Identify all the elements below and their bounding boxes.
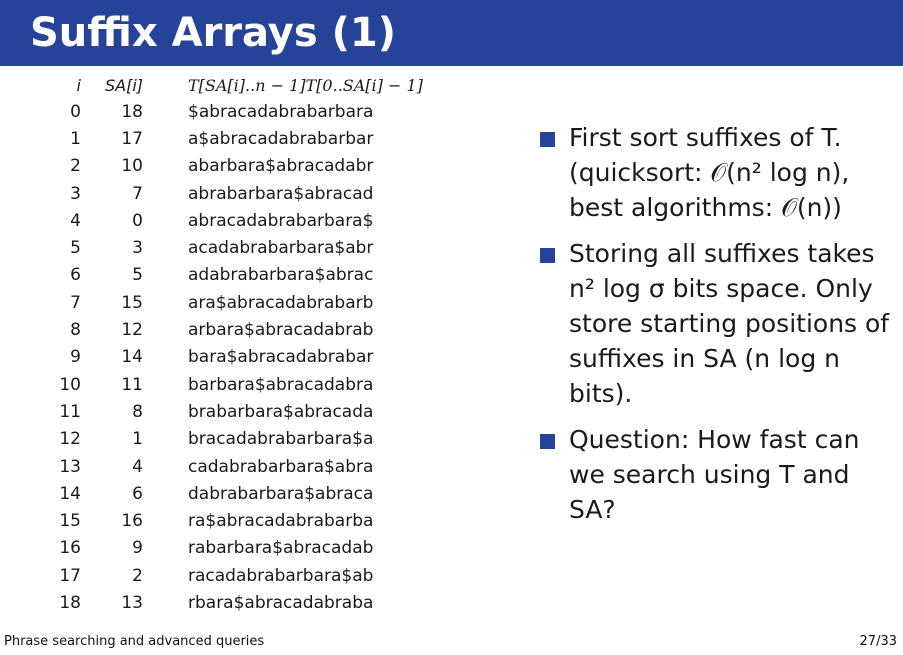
row-sa-value: 3 bbox=[132, 238, 143, 259]
table-row: 1 17 a$abracadabrabarbar bbox=[42, 125, 423, 152]
row-sa-value: 6 bbox=[132, 483, 143, 504]
row-index: 3 bbox=[70, 183, 81, 204]
row-index: 9 bbox=[70, 347, 81, 368]
row-sa-value: 1 bbox=[132, 429, 143, 450]
table-row: 18 13 rbara$abracadabraba bbox=[42, 589, 423, 616]
header-suffix: T[SA[i]..n − 1]T[0..SA[i] − 1] bbox=[188, 75, 423, 95]
row-suffix: arbara$abracadabrab bbox=[188, 320, 374, 341]
row-suffix: ra$abracadabrabarba bbox=[188, 511, 374, 532]
row-sa-value: 2 bbox=[132, 565, 143, 586]
row-suffix: rabarbara$abracadab bbox=[188, 538, 374, 559]
row-sa-value: 14 bbox=[121, 347, 143, 368]
bullet-text: Question: How fast can we search using T… bbox=[569, 425, 860, 524]
row-suffix: racadabrabarbara$ab bbox=[188, 565, 374, 586]
row-index: 16 bbox=[59, 538, 81, 559]
row-sa-value: 15 bbox=[121, 292, 143, 313]
table-body: 0 18 $abracadabrabarbara 1 17 a$abracadabraba… bbox=[42, 98, 423, 617]
row-index: 14 bbox=[59, 483, 81, 504]
row-index: 1 bbox=[70, 128, 81, 149]
row-suffix: bara$abracadabrabar bbox=[188, 347, 374, 368]
bullet-item: Question: How fast can we search using T… bbox=[540, 422, 890, 527]
table-row: 2 10 abarbara$abracadabr bbox=[42, 153, 423, 180]
table-row: 8 12 arbara$abracadabrab bbox=[42, 316, 423, 343]
row-suffix: ara$abracadabrabarb bbox=[188, 292, 374, 313]
row-index: 12 bbox=[59, 429, 81, 450]
row-sa-value: 4 bbox=[132, 456, 143, 477]
table-row: 5 3 acadabrabarbara$abr bbox=[42, 234, 423, 261]
suffix-array-table: i SA[i] T[SA[i]..n − 1]T[0..SA[i] − 1] 0… bbox=[42, 72, 423, 617]
footer-page-number: 27/33 bbox=[859, 634, 897, 649]
bullet-square-icon bbox=[540, 248, 555, 263]
row-sa-value: 9 bbox=[132, 538, 143, 559]
row-index: 2 bbox=[70, 156, 81, 177]
bullet-item: First sort suffixes of T. (quicksort: 𝒪(… bbox=[540, 120, 890, 225]
row-index: 6 bbox=[70, 265, 81, 286]
footer-section-title: Phrase searching and advanced queries bbox=[4, 634, 265, 649]
row-suffix: dabrabarbara$abraca bbox=[188, 483, 374, 504]
row-suffix: $abracadabrabarbara bbox=[188, 101, 374, 122]
table-row: 3 7 abrabarbara$abracad bbox=[42, 180, 423, 207]
table-row: 11 8 brabarbara$abracada bbox=[42, 398, 423, 425]
bullet-square-icon bbox=[540, 132, 555, 147]
row-index: 0 bbox=[70, 101, 81, 122]
row-suffix: brabarbara$abracada bbox=[188, 401, 374, 422]
bullet-list: First sort suffixes of T. (quicksort: 𝒪(… bbox=[540, 120, 890, 538]
row-index: 13 bbox=[59, 456, 81, 477]
header-i: i bbox=[76, 75, 81, 95]
table-row: 14 6 dabrabarbara$abraca bbox=[42, 480, 423, 507]
table-row: 17 2 racadabrabarbara$ab bbox=[42, 562, 423, 589]
table-row: 13 4 cadabrabarbara$abra bbox=[42, 453, 423, 480]
row-suffix: bracadabrabarbara$a bbox=[188, 429, 374, 450]
slide-title: Suffix Arrays (1) bbox=[30, 10, 396, 56]
row-index: 18 bbox=[59, 592, 81, 613]
row-sa-value: 17 bbox=[121, 128, 143, 149]
table-row: 4 0 abracadabrabarbara$ bbox=[42, 207, 423, 234]
table-row: 0 18 $abracadabrabarbara bbox=[42, 98, 423, 125]
row-sa-value: 13 bbox=[121, 592, 143, 613]
row-suffix: acadabrabarbara$abr bbox=[188, 238, 374, 259]
table-row: 6 5 adabrabarbara$abrac bbox=[42, 262, 423, 289]
row-sa-value: 16 bbox=[121, 511, 143, 532]
row-sa-value: 10 bbox=[121, 156, 143, 177]
header-sa: SA[i] bbox=[104, 75, 143, 95]
bullet-item: Storing all suffixes takes n² log σ bits… bbox=[540, 236, 890, 411]
row-index: 10 bbox=[59, 374, 81, 395]
row-suffix: adabrabarbara$abrac bbox=[188, 265, 374, 286]
bullet-text: Storing all suffixes takes n² log σ bits… bbox=[569, 239, 890, 408]
row-index: 15 bbox=[59, 511, 81, 532]
row-sa-value: 8 bbox=[132, 401, 143, 422]
row-sa-value: 0 bbox=[132, 210, 143, 231]
row-suffix: rbara$abracadabraba bbox=[188, 592, 374, 613]
table-row: 10 11 barbara$abracadabra bbox=[42, 371, 423, 398]
bullet-text: First sort suffixes of T. (quicksort: 𝒪(… bbox=[569, 123, 850, 222]
bullet-square-icon bbox=[540, 434, 555, 449]
table-row: 15 16 ra$abracadabrabarba bbox=[42, 507, 423, 534]
table-header-row: i SA[i] T[SA[i]..n − 1]T[0..SA[i] − 1] bbox=[42, 72, 423, 98]
title-bar: Suffix Arrays (1) bbox=[0, 0, 903, 66]
row-sa-value: 7 bbox=[132, 183, 143, 204]
row-suffix: cadabrabarbara$abra bbox=[188, 456, 374, 477]
row-index: 17 bbox=[59, 565, 81, 586]
row-suffix: abrabarbara$abracad bbox=[188, 183, 374, 204]
table-row: 7 15 ara$abracadabrabarb bbox=[42, 289, 423, 316]
row-index: 8 bbox=[70, 320, 81, 341]
row-suffix: a$abracadabrabarbar bbox=[188, 128, 374, 149]
row-suffix: barbara$abracadabra bbox=[188, 374, 374, 395]
row-index: 7 bbox=[70, 292, 81, 313]
table-row: 9 14 bara$abracadabrabar bbox=[42, 344, 423, 371]
row-sa-value: 18 bbox=[121, 101, 143, 122]
table-row: 16 9 rabarbara$abracadab bbox=[42, 535, 423, 562]
row-index: 5 bbox=[70, 238, 81, 259]
row-sa-value: 5 bbox=[132, 265, 143, 286]
row-suffix: abracadabrabarbara$ bbox=[188, 210, 374, 231]
row-suffix: abarbara$abracadabr bbox=[188, 156, 374, 177]
row-index: 4 bbox=[70, 210, 81, 231]
row-sa-value: 11 bbox=[121, 374, 143, 395]
row-sa-value: 12 bbox=[121, 320, 143, 341]
row-index: 11 bbox=[59, 401, 81, 422]
table-row: 12 1 bracadabrabarbara$a bbox=[42, 426, 423, 453]
